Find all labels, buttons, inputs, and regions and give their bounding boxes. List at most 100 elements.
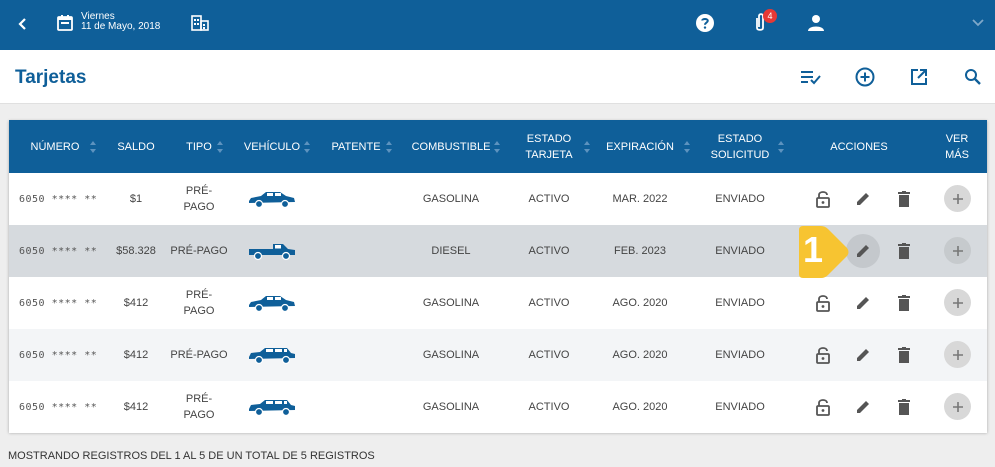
expand-icon[interactable] bbox=[944, 289, 971, 316]
wagon-icon bbox=[241, 381, 303, 433]
edit-icon[interactable] bbox=[852, 240, 874, 262]
top-bar: Viernes 11 de Mayo, 2018 4 bbox=[0, 0, 995, 50]
cell-patente bbox=[328, 329, 384, 381]
edit-icon[interactable] bbox=[852, 344, 874, 366]
cell-estado-solicitud: ENVIADO bbox=[715, 297, 765, 309]
cell-estado-solicitud: ENVIADO bbox=[715, 401, 765, 413]
table-row[interactable]: 6050 **** ** $412 PRÉ-PAGO GASOLINA ACTI… bbox=[9, 381, 987, 433]
column-header-combustible[interactable]: COMBUSTIBLE bbox=[409, 120, 493, 173]
cell-numero: 6050 **** ** bbox=[19, 297, 98, 309]
cell-estado-tarjeta: ACTIVO bbox=[528, 349, 570, 361]
cell-saldo: $412 bbox=[123, 349, 149, 361]
cell-saldo: $1 bbox=[129, 193, 143, 205]
cell-saldo: $412 bbox=[123, 297, 149, 309]
table-row[interactable]: 6050 **** ** $412 PRÉ-PAGO GASOLINA ACTI… bbox=[9, 277, 987, 329]
cell-combustible: DIESEL bbox=[431, 245, 471, 257]
cell-numero: 6050 **** ** bbox=[19, 245, 98, 257]
user-icon[interactable] bbox=[805, 12, 827, 34]
lock-icon[interactable] bbox=[812, 344, 834, 366]
sort-icon[interactable] bbox=[493, 140, 501, 154]
expand-icon[interactable] bbox=[944, 185, 971, 212]
edit-icon[interactable] bbox=[852, 396, 874, 418]
sort-icon[interactable] bbox=[89, 140, 97, 154]
sort-icon[interactable] bbox=[303, 140, 311, 154]
cell-expiracion: FEB. 2023 bbox=[614, 245, 666, 257]
table-row[interactable]: 6050 **** ** $1 PRÉ-PAGO GASOLINA ACTIVO… bbox=[9, 173, 987, 225]
add-circle-icon[interactable] bbox=[854, 66, 876, 88]
title-bar: Tarjetas bbox=[0, 50, 995, 104]
cell-numero: 6050 **** ** bbox=[19, 193, 98, 205]
cell-expiracion: AGO. 2020 bbox=[612, 349, 668, 361]
cell-numero: 6050 **** ** bbox=[19, 401, 98, 413]
column-header-estado-solicitud[interactable]: ESTADO SOLICITUD bbox=[705, 120, 775, 173]
sort-icon[interactable] bbox=[216, 140, 224, 154]
cell-combustible: GASOLINA bbox=[422, 349, 480, 361]
delete-icon[interactable] bbox=[893, 188, 915, 210]
expand-icon[interactable] bbox=[944, 393, 971, 420]
cell-expiracion: AGO. 2020 bbox=[612, 401, 668, 413]
cell-combustible: GASOLINA bbox=[422, 401, 480, 413]
help-icon[interactable] bbox=[694, 12, 716, 34]
cell-expiracion: MAR. 2022 bbox=[612, 193, 668, 205]
edit-icon[interactable] bbox=[852, 292, 874, 314]
cell-expiracion: AGO. 2020 bbox=[612, 297, 668, 309]
cell-estado-solicitud: ENVIADO bbox=[715, 245, 765, 257]
cell-saldo: $58.328 bbox=[116, 245, 156, 257]
table-header: NÚMERO SALDO TIPO VEHÍCULO PATENTE COMBU… bbox=[9, 120, 987, 173]
lock-icon[interactable] bbox=[812, 292, 834, 314]
delete-icon[interactable] bbox=[893, 240, 915, 262]
column-header-expiracion[interactable]: EXPIRACIÓN bbox=[601, 120, 679, 173]
wagon-icon bbox=[241, 329, 303, 381]
cell-patente bbox=[328, 381, 384, 433]
lock-icon[interactable] bbox=[812, 188, 834, 210]
column-header-tipo[interactable]: TIPO bbox=[177, 120, 221, 173]
chevron-down-icon[interactable] bbox=[969, 14, 987, 32]
cell-combustible: GASOLINA bbox=[422, 193, 480, 205]
date-display[interactable]: Viernes 11 de Mayo, 2018 bbox=[81, 12, 160, 32]
calendar-icon[interactable] bbox=[55, 12, 75, 34]
records-summary: MOSTRANDO REGISTROS DEL 1 AL 5 DE UN TOT… bbox=[8, 450, 375, 462]
sort-icon[interactable] bbox=[583, 140, 591, 154]
cell-estado-tarjeta: ACTIVO bbox=[528, 297, 570, 309]
column-header-vehiculo[interactable]: VEHÍCULO bbox=[241, 120, 303, 173]
cell-estado-tarjeta: ACTIVO bbox=[528, 193, 570, 205]
cell-estado-tarjeta: ACTIVO bbox=[528, 401, 570, 413]
checklist-icon[interactable] bbox=[800, 66, 822, 88]
cell-tipo: PRÉ-PAGO bbox=[183, 289, 215, 317]
table-row[interactable]: 6050 **** ** $412 PRÉ-PAGO GASOLINA ACTI… bbox=[9, 329, 987, 381]
column-header-acciones: ACCIONES bbox=[830, 140, 888, 153]
back-icon[interactable] bbox=[12, 13, 34, 35]
tutorial-step-number: 1 bbox=[802, 229, 824, 270]
cell-tipo: PRÉ-PAGO bbox=[170, 349, 228, 361]
delete-icon[interactable] bbox=[893, 396, 915, 418]
expand-icon[interactable] bbox=[944, 237, 971, 264]
cell-patente bbox=[328, 277, 384, 329]
page-title: Tarjetas bbox=[15, 67, 87, 88]
sort-icon[interactable] bbox=[683, 140, 691, 154]
search-icon[interactable] bbox=[962, 66, 984, 88]
column-header-saldo[interactable]: SALDO bbox=[107, 120, 165, 173]
delete-icon[interactable] bbox=[893, 344, 915, 366]
building-icon[interactable] bbox=[190, 12, 210, 34]
date-full: 11 de Mayo, 2018 bbox=[81, 21, 161, 32]
column-header-numero[interactable]: NÚMERO bbox=[9, 120, 101, 173]
sedan-icon bbox=[241, 173, 303, 225]
cell-estado-solicitud: ENVIADO bbox=[715, 193, 765, 205]
sort-icon[interactable] bbox=[385, 140, 393, 154]
sort-icon[interactable] bbox=[777, 140, 785, 154]
cell-combustible: GASOLINA bbox=[422, 297, 480, 309]
column-header-patente[interactable]: PATENTE bbox=[328, 120, 384, 173]
pickup-icon bbox=[241, 225, 303, 277]
cell-patente bbox=[328, 173, 384, 225]
cell-saldo: $412 bbox=[123, 401, 149, 413]
expand-icon[interactable] bbox=[944, 341, 971, 368]
open-external-icon[interactable] bbox=[908, 66, 930, 88]
cell-tipo: PRÉ-PAGO bbox=[183, 185, 215, 213]
notification-badge: 4 bbox=[763, 9, 777, 23]
column-header-estado-tarjeta[interactable]: ESTADO TARJETA bbox=[519, 120, 579, 173]
cell-patente bbox=[328, 225, 384, 277]
cell-numero: 6050 **** ** bbox=[19, 349, 98, 361]
edit-icon[interactable] bbox=[852, 188, 874, 210]
delete-icon[interactable] bbox=[893, 292, 915, 314]
lock-icon[interactable] bbox=[812, 396, 834, 418]
